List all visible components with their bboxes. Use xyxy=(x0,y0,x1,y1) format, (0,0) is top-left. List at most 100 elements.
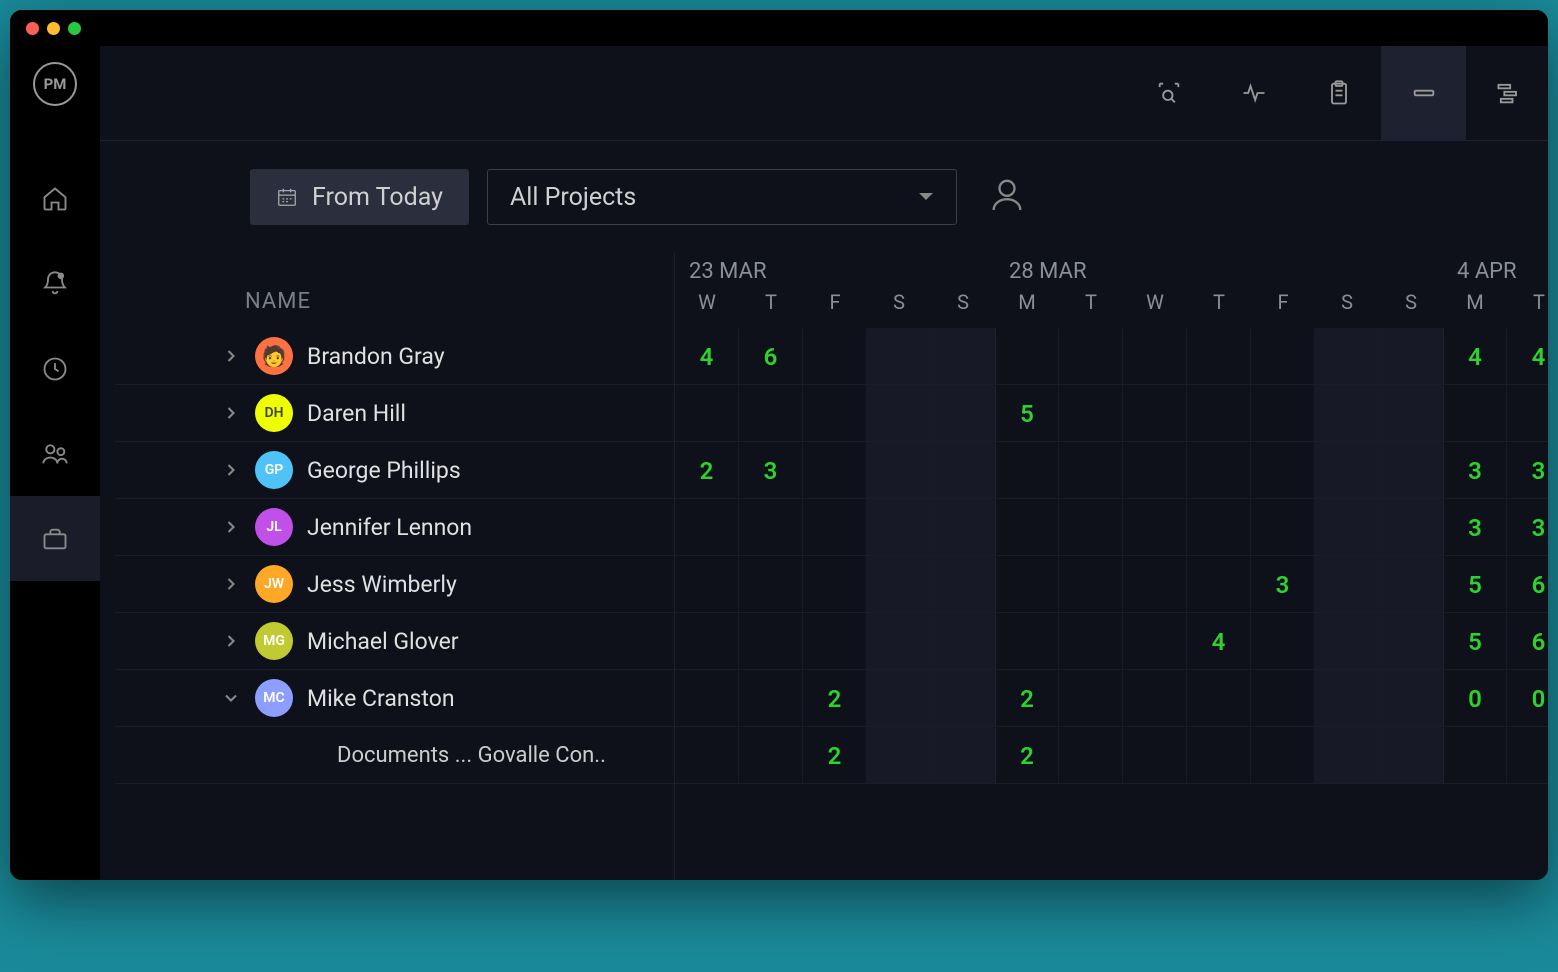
expand-button[interactable] xyxy=(221,346,241,366)
workload-cell[interactable] xyxy=(1059,613,1123,669)
workload-cell[interactable] xyxy=(1123,727,1187,783)
workload-cell[interactable] xyxy=(1251,499,1315,555)
workload-cell[interactable] xyxy=(675,613,739,669)
workload-cell[interactable] xyxy=(867,328,931,384)
workload-cell[interactable] xyxy=(675,385,739,441)
workload-cell[interactable]: 0 xyxy=(1443,670,1507,726)
nav-notifications[interactable] xyxy=(10,241,100,326)
user-filter-button[interactable] xyxy=(987,175,1027,219)
workload-cell[interactable] xyxy=(1379,613,1443,669)
workload-cell[interactable] xyxy=(1379,385,1443,441)
workload-cell[interactable]: 6 xyxy=(1507,556,1548,612)
workload-cell[interactable] xyxy=(867,556,931,612)
workload-cell[interactable]: 2 xyxy=(675,442,739,498)
workload-cell[interactable] xyxy=(995,556,1059,612)
workload-cell[interactable] xyxy=(931,727,995,783)
workload-cell[interactable] xyxy=(1379,499,1443,555)
workload-cell[interactable] xyxy=(1123,328,1187,384)
expand-button[interactable] xyxy=(221,460,241,480)
workload-cell[interactable] xyxy=(739,499,803,555)
workload-cell[interactable] xyxy=(931,385,995,441)
workload-cell[interactable] xyxy=(1123,556,1187,612)
workload-cell[interactable] xyxy=(1315,385,1379,441)
workload-cell[interactable] xyxy=(1059,499,1123,555)
workload-cell[interactable] xyxy=(1123,442,1187,498)
workload-cell[interactable] xyxy=(1251,328,1315,384)
workload-cell[interactable] xyxy=(931,499,995,555)
workload-cell[interactable] xyxy=(1059,727,1123,783)
workload-cell[interactable] xyxy=(931,328,995,384)
workload-cell[interactable]: 2 xyxy=(995,727,1059,783)
workload-cell[interactable] xyxy=(803,385,867,441)
workload-cell[interactable]: 3 xyxy=(1443,499,1507,555)
expand-button[interactable] xyxy=(221,574,241,594)
workload-cell[interactable] xyxy=(1379,442,1443,498)
nav-projects[interactable] xyxy=(10,496,100,581)
workload-cell[interactable] xyxy=(995,499,1059,555)
workload-cell[interactable]: 2 xyxy=(803,727,867,783)
workload-cell[interactable] xyxy=(739,385,803,441)
workload-cell[interactable] xyxy=(803,328,867,384)
workload-cell[interactable] xyxy=(1315,727,1379,783)
workload-cell[interactable] xyxy=(931,442,995,498)
workload-cell[interactable] xyxy=(1059,670,1123,726)
workload-cell[interactable] xyxy=(1123,670,1187,726)
workload-cell[interactable] xyxy=(675,556,739,612)
project-filter-dropdown[interactable]: All Projects xyxy=(487,169,957,225)
workload-cell[interactable]: 4 xyxy=(1187,613,1251,669)
nav-home[interactable] xyxy=(10,156,100,241)
workload-cell[interactable] xyxy=(1315,442,1379,498)
workload-cell[interactable] xyxy=(1315,613,1379,669)
expand-button[interactable] xyxy=(221,631,241,651)
workload-cell[interactable] xyxy=(867,670,931,726)
workload-cell[interactable] xyxy=(867,499,931,555)
workload-cell[interactable] xyxy=(1507,385,1548,441)
workload-cell[interactable]: 3 xyxy=(1443,442,1507,498)
expand-button[interactable] xyxy=(221,403,241,423)
workload-cell[interactable] xyxy=(739,556,803,612)
workload-cell[interactable] xyxy=(931,556,995,612)
workload-cell[interactable] xyxy=(867,613,931,669)
workload-cell[interactable] xyxy=(739,613,803,669)
from-today-button[interactable]: From Today xyxy=(250,169,469,225)
view-zoom[interactable] xyxy=(1126,46,1211,141)
view-activity[interactable] xyxy=(1211,46,1296,141)
workload-cell[interactable] xyxy=(1315,670,1379,726)
view-gantt[interactable] xyxy=(1466,46,1548,141)
workload-cell[interactable] xyxy=(1443,727,1507,783)
workload-cell[interactable] xyxy=(1059,385,1123,441)
subtask-row[interactable]: Documents ... Govalle Con.. xyxy=(115,727,674,784)
workload-cell[interactable] xyxy=(1187,727,1251,783)
workload-cell[interactable]: 5 xyxy=(995,385,1059,441)
workload-cell[interactable] xyxy=(995,328,1059,384)
nav-team[interactable] xyxy=(10,411,100,496)
workload-cell[interactable] xyxy=(1443,385,1507,441)
collapse-button[interactable] xyxy=(221,688,241,708)
workload-cell[interactable] xyxy=(675,499,739,555)
workload-cell[interactable] xyxy=(867,727,931,783)
close-window-button[interactable] xyxy=(26,22,39,35)
workload-cell[interactable] xyxy=(1059,328,1123,384)
view-workload[interactable] xyxy=(1381,46,1466,141)
workload-cell[interactable] xyxy=(1315,499,1379,555)
workload-cell[interactable]: 5 xyxy=(1443,613,1507,669)
workload-cell[interactable] xyxy=(867,442,931,498)
workload-cell[interactable] xyxy=(931,670,995,726)
workload-cell[interactable] xyxy=(1251,670,1315,726)
workload-cell[interactable] xyxy=(867,385,931,441)
workload-cell[interactable]: 3 xyxy=(1251,556,1315,612)
workload-cell[interactable]: 3 xyxy=(1507,442,1548,498)
workload-cell[interactable] xyxy=(803,499,867,555)
workload-cell[interactable] xyxy=(739,670,803,726)
workload-cell[interactable] xyxy=(1315,556,1379,612)
workload-cell[interactable] xyxy=(995,613,1059,669)
view-list[interactable] xyxy=(1296,46,1381,141)
workload-cell[interactable]: 2 xyxy=(803,670,867,726)
workload-cell[interactable] xyxy=(1379,556,1443,612)
workload-cell[interactable] xyxy=(1123,613,1187,669)
workload-cell[interactable]: 5 xyxy=(1443,556,1507,612)
workload-cell[interactable] xyxy=(1059,556,1123,612)
workload-cell[interactable] xyxy=(1123,385,1187,441)
workload-cell[interactable] xyxy=(1187,499,1251,555)
workload-cell[interactable]: 4 xyxy=(675,328,739,384)
